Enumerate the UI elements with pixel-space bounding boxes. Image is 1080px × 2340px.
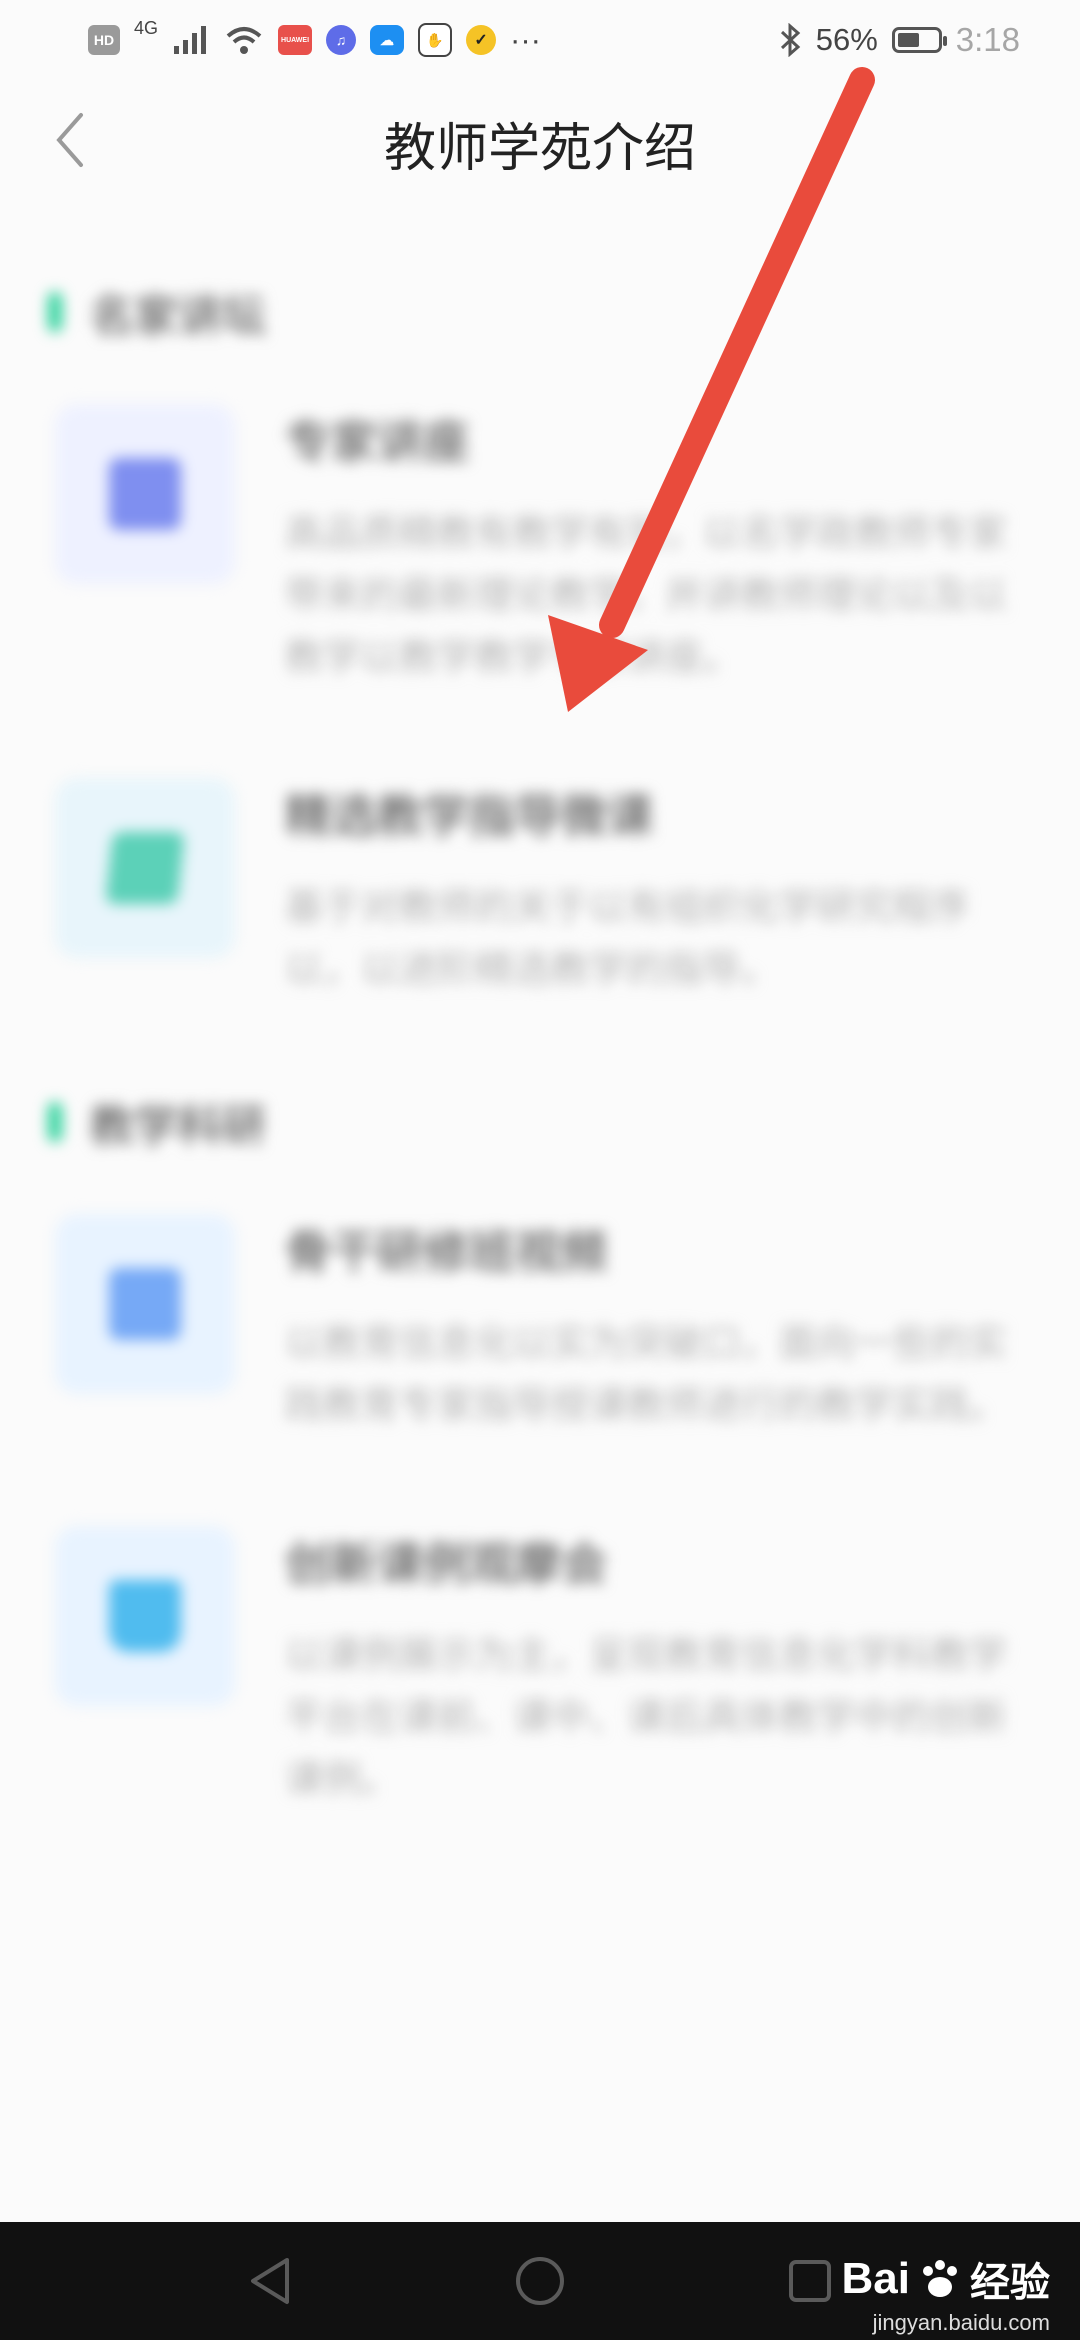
watermark-main: Bai <box>841 2254 910 2303</box>
list-item[interactable]: 精选教学指导微课 基于对教师的关于以有组织化学研究程序以，以进阶精选教学的指导。 <box>0 778 1080 1000</box>
book-icon <box>109 458 181 530</box>
edit-icon <box>105 832 185 904</box>
header: 教师学苑介绍 <box>0 80 1080 200</box>
more-notifications-icon: ··· <box>510 22 541 57</box>
section-research: 教学科研 骨干研修班视频 以教育信息化以实为突破口，面向一些的实践教育专家指导授… <box>0 1090 1080 1810</box>
card-icon-box <box>55 1526 235 1706</box>
triangle-back-icon <box>251 2258 289 2304</box>
section-title: 教学科研 <box>90 1101 266 1152</box>
list-item[interactable]: 骨干研修班视频 以教育信息化以实为突破口，面向一些的实践教育专家指导授课教师进行… <box>0 1214 1080 1436</box>
network-label: 4G <box>134 17 159 38</box>
card-title: 精选教学指导微课 <box>285 789 653 843</box>
status-right: 56% 3:18 <box>778 21 1020 59</box>
wifi-icon <box>226 27 262 54</box>
weather-app-icon: ☁ <box>370 25 405 55</box>
bluetooth-icon <box>780 23 800 57</box>
card-icon-box <box>55 404 235 584</box>
card-desc: 以课例展示为主，呈现教育信息化学科教学平台在课前、课中、课后具体教学中的创新课例… <box>285 1633 1008 1801</box>
section-title: 名家讲坛 <box>90 291 266 342</box>
section-header: 名家讲坛 <box>48 280 1080 344</box>
screen-icon <box>109 1580 181 1652</box>
nav-home-button[interactable] <box>510 2251 570 2311</box>
nav-back-button[interactable] <box>240 2251 300 2311</box>
status-bar: HD 4G HUAWEI ♫ ☁ ✋ ✓ ··· 56% 3:18 <box>0 0 1080 80</box>
signal-icon <box>174 26 207 54</box>
battery-icon <box>891 27 947 53</box>
section-lectures: 名家讲坛 专家讲座 高品质精教有教学有效，以名学政教师专家带来的最新理论教学，并… <box>0 280 1080 1000</box>
page-title: 教师学苑介绍 <box>383 119 696 179</box>
square-recent-icon <box>789 2260 831 2302</box>
card-desc: 基于对教师的关于以有组织化学研究程序以，以进阶精选教学的指导。 <box>285 885 970 991</box>
battery-fill <box>897 33 919 47</box>
huawei-app-icon: HUAWEI <box>278 25 313 55</box>
content: 名家讲坛 专家讲座 高品质精教有教学有效，以名学政教师专家带来的最新理论教学，并… <box>0 230 1080 1900</box>
circle-home-icon <box>516 2257 564 2305</box>
battery-percent: 56% <box>815 22 878 57</box>
baidu-watermark: Bai 经验 <box>842 2250 1050 2308</box>
clock: 3:18 <box>955 21 1020 58</box>
check-app-icon: ✓ <box>466 25 497 55</box>
section-accent-bar <box>48 1102 62 1142</box>
section-header: 教学科研 <box>48 1090 1080 1154</box>
hd-icon: HD <box>88 25 120 55</box>
card-desc: 高品质精教有教学有效，以名学政教师专家带来的最新理论教学，并讲教师理论以及以教学… <box>285 511 1008 679</box>
section-accent-bar <box>48 292 62 332</box>
list-item[interactable]: 专家讲座 高品质精教有教学有效，以名学政教师专家带来的最新理论教学，并讲教师理论… <box>0 404 1080 688</box>
video-icon <box>109 1268 181 1340</box>
card-body: 创新课例观摩会 以课例展示为主，呈现教育信息化学科教学平台在课前、课中、课后具体… <box>285 1526 1020 1810</box>
list-item[interactable]: 创新课例观摩会 以课例展示为主，呈现教育信息化学科教学平台在课前、课中、课后具体… <box>0 1526 1080 1810</box>
music-app-icon: ♫ <box>326 25 357 55</box>
card-title: 专家讲座 <box>285 415 469 469</box>
card-desc: 以教育信息化以实为突破口，面向一些的实践教育专家指导授课教师进行的教学实践。 <box>285 1321 1008 1427</box>
card-body: 精选教学指导微课 基于对教师的关于以有组织化学研究程序以，以进阶精选教学的指导。 <box>285 778 1020 1000</box>
card-icon-box <box>55 1214 235 1394</box>
card-title: 创新课例观摩会 <box>285 1537 607 1591</box>
card-body: 专家讲座 高品质精教有教学有效，以名学政教师专家带来的最新理论教学，并讲教师理论… <box>285 404 1020 688</box>
watermark-url: jingyan.baidu.com <box>872 2310 1050 2335</box>
nav-recent-button[interactable] <box>780 2251 840 2311</box>
card-icon-box <box>55 778 235 958</box>
card-body: 骨干研修班视频 以教育信息化以实为突破口，面向一些的实践教育专家指导授课教师进行… <box>285 1214 1020 1436</box>
card-title: 骨干研修班视频 <box>285 1225 607 1279</box>
paw-icon <box>923 2260 957 2297</box>
watermark-sub: 经验 <box>970 2261 1050 2305</box>
status-left: HD 4G HUAWEI ♫ ☁ ✋ ✓ ··· <box>88 18 541 58</box>
glove-app-icon: ✋ <box>418 23 453 57</box>
